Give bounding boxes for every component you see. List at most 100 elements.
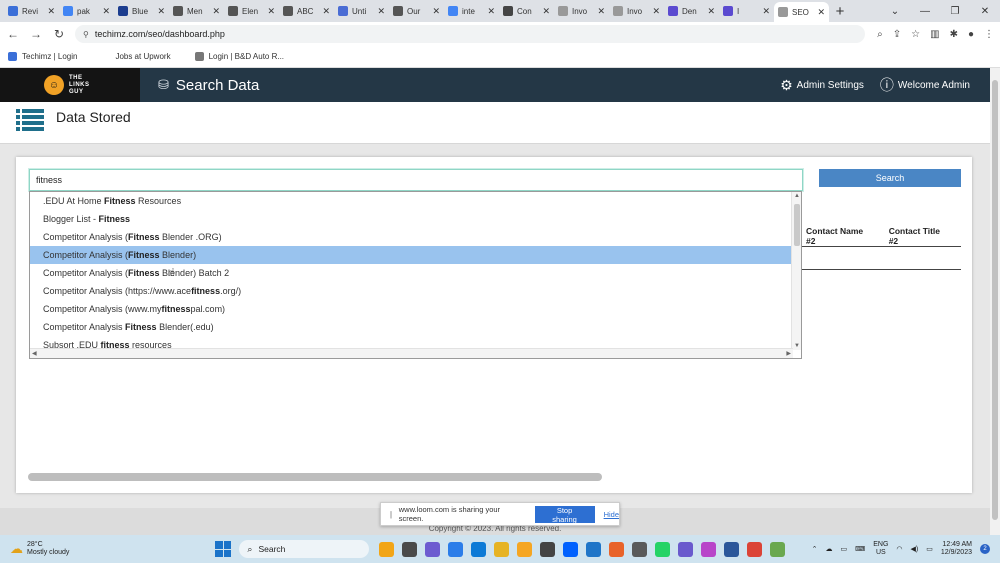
scroll-right-icon[interactable]: ▶ bbox=[786, 350, 791, 357]
welcome-admin-link[interactable]: ⓘ Welcome Admin bbox=[880, 75, 970, 95]
browser-tab[interactable]: Den ✕ bbox=[664, 1, 719, 21]
wifi-icon[interactable]: ◠ bbox=[896, 545, 902, 553]
pinned-app-icon[interactable] bbox=[701, 541, 717, 557]
pinned-app-icon[interactable] bbox=[632, 541, 648, 557]
bookmark-item[interactable]: Jobs at Upwork bbox=[101, 52, 171, 61]
browser-tab[interactable]: Men ✕ bbox=[169, 1, 224, 21]
tab-close-icon[interactable]: ✕ bbox=[322, 6, 330, 17]
column-header[interactable]: Contact Name #2 bbox=[806, 226, 870, 246]
autocomplete-item[interactable]: .EDU At Home Fitness Resources bbox=[30, 192, 801, 210]
bookmark-item[interactable]: Login | B&D Auto R... bbox=[194, 52, 284, 61]
notification-badge[interactable]: 2 bbox=[980, 544, 990, 554]
share-icon[interactable]: ⇪ bbox=[893, 29, 901, 40]
tab-close-icon[interactable]: ✕ bbox=[377, 6, 385, 17]
column-header[interactable]: Contact Title #2 bbox=[889, 226, 947, 246]
taskbar-search[interactable]: ⌕ Search bbox=[239, 540, 370, 558]
browser-tab[interactable]: I ✕ bbox=[719, 1, 774, 21]
onedrive-icon[interactable]: ☁ bbox=[825, 545, 832, 553]
tab-close-icon[interactable]: ✕ bbox=[762, 6, 770, 17]
tab-close-icon[interactable]: ✕ bbox=[102, 6, 110, 17]
autocomplete-item[interactable]: Competitor Analysis (www.my fitness pal.co… bbox=[30, 300, 801, 318]
browser-tab[interactable]: inte ✕ bbox=[444, 1, 499, 21]
autocomplete-item[interactable]: Blogger List - Fitness bbox=[30, 210, 801, 228]
pinned-app-icon[interactable] bbox=[517, 541, 533, 557]
browser-tab[interactable]: Invo ✕ bbox=[609, 1, 664, 21]
site-info-icon[interactable]: ⚲ bbox=[83, 30, 89, 39]
forward-icon[interactable]: → bbox=[26, 27, 46, 41]
menu-icon[interactable]: ⋮ bbox=[984, 29, 994, 40]
profile-avatar[interactable]: ● bbox=[968, 29, 974, 40]
horizontal-scrollbar[interactable] bbox=[28, 473, 602, 481]
volume-icon[interactable]: ◀) bbox=[911, 545, 919, 553]
pinned-app-icon[interactable] bbox=[724, 541, 740, 557]
pinned-app-icon[interactable] bbox=[586, 541, 602, 557]
minimize-icon[interactable]: — bbox=[910, 6, 940, 17]
logo[interactable]: ☺ THE LINKS GUY bbox=[0, 68, 140, 102]
scroll-left-icon[interactable]: ◀ bbox=[32, 350, 37, 357]
clock[interactable]: 12:49 AM 12/9/2023 bbox=[941, 541, 972, 557]
keyboard-icon[interactable]: ⌨ bbox=[855, 545, 865, 553]
scroll-down-icon[interactable]: ▼ bbox=[794, 343, 800, 349]
pinned-app-icon[interactable] bbox=[655, 541, 671, 557]
pinned-app-icon[interactable] bbox=[770, 541, 786, 557]
tab-close-icon[interactable]: ✕ bbox=[707, 6, 715, 17]
pinned-app-icon[interactable] bbox=[563, 541, 579, 557]
autocomplete-item[interactable]: Competitor Analysis (Fitness Blender) Ba… bbox=[30, 264, 801, 282]
pinned-app-icon[interactable] bbox=[448, 541, 464, 557]
dropdown-horizontal-scrollbar[interactable]: ◀ ▶ bbox=[30, 348, 793, 358]
tab-close-icon[interactable]: ✕ bbox=[157, 6, 165, 17]
hide-link[interactable]: Hide bbox=[604, 510, 619, 519]
tab-close-icon[interactable]: ✕ bbox=[487, 6, 495, 17]
reload-icon[interactable]: ↻ bbox=[49, 27, 69, 41]
dropdown-vertical-scrollbar[interactable]: ▲ ▼ bbox=[791, 192, 801, 350]
pinned-app-icon[interactable] bbox=[425, 541, 441, 557]
page-scrollbar[interactable] bbox=[990, 68, 1000, 535]
admin-settings-link[interactable]: ⚙ Admin Settings bbox=[780, 77, 864, 94]
side-panel-icon[interactable]: ▥ bbox=[930, 29, 939, 40]
autocomplete-item[interactable]: Competitor Analysis (Fitness Blender) bbox=[30, 246, 801, 264]
autocomplete-item[interactable]: Competitor Analysis (Fitness Blender .OR… bbox=[30, 228, 801, 246]
weather-widget[interactable]: ☁ 28°C Mostly cloudy bbox=[10, 541, 69, 557]
search-button[interactable]: Search bbox=[819, 169, 961, 187]
pinned-app-icon[interactable] bbox=[402, 541, 418, 557]
browser-tab[interactable]: Revi ✕ bbox=[4, 1, 59, 21]
tab-search-icon[interactable]: ⌄ bbox=[880, 6, 910, 17]
pinned-app-icon[interactable] bbox=[609, 541, 625, 557]
browser-tab[interactable]: Elen ✕ bbox=[224, 1, 279, 21]
browser-tab[interactable]: SEO ✕ bbox=[774, 2, 829, 22]
display-icon[interactable]: ▭ bbox=[840, 545, 847, 553]
tab-close-icon[interactable]: ✕ bbox=[597, 6, 605, 17]
start-button[interactable] bbox=[215, 541, 232, 557]
new-tab-button[interactable]: + bbox=[829, 3, 851, 20]
pinned-app-icon[interactable] bbox=[379, 541, 395, 557]
tab-close-icon[interactable]: ✕ bbox=[267, 6, 275, 17]
pinned-app-icon[interactable] bbox=[747, 541, 763, 557]
tab-close-icon[interactable]: ✕ bbox=[47, 6, 55, 17]
stop-sharing-button[interactable]: Stop sharing bbox=[534, 505, 595, 524]
zoom-icon[interactable]: ⌕ bbox=[877, 29, 883, 40]
extensions-icon[interactable]: ✱ bbox=[950, 29, 958, 40]
autocomplete-item[interactable]: Competitor Analysis Fitness Blender(.edu… bbox=[30, 318, 801, 336]
tab-close-icon[interactable]: ✕ bbox=[432, 6, 440, 17]
back-icon[interactable]: ← bbox=[3, 27, 23, 41]
browser-tab[interactable]: Unti ✕ bbox=[334, 1, 389, 21]
dropdown-scroll-thumb[interactable] bbox=[794, 204, 800, 246]
browser-tab[interactable]: Our ✕ bbox=[389, 1, 444, 21]
pinned-app-icon[interactable] bbox=[540, 541, 556, 557]
pinned-app-icon[interactable] bbox=[471, 541, 487, 557]
restore-icon[interactable]: ❐ bbox=[940, 6, 970, 17]
bookmark-star-icon[interactable]: ☆ bbox=[911, 29, 920, 40]
browser-tab[interactable]: pak ✕ bbox=[59, 1, 114, 21]
browser-tab[interactable]: ABC ✕ bbox=[279, 1, 334, 21]
language-indicator[interactable]: ENG US bbox=[873, 541, 888, 557]
close-window-icon[interactable]: ✕ bbox=[970, 6, 1000, 17]
battery-icon[interactable]: ▭ bbox=[926, 545, 933, 553]
search-input[interactable] bbox=[28, 168, 804, 192]
bookmark-item[interactable]: Techimz | Login bbox=[8, 52, 77, 61]
chevron-up-icon[interactable]: ⌃ bbox=[812, 545, 818, 553]
browser-tab[interactable]: Blue ✕ bbox=[114, 1, 169, 21]
page-scroll-thumb[interactable] bbox=[992, 80, 998, 520]
browser-tab[interactable]: Con ✕ bbox=[499, 1, 554, 21]
pinned-app-icon[interactable] bbox=[678, 541, 694, 557]
drag-handle-icon[interactable]: ∥ bbox=[389, 510, 393, 519]
